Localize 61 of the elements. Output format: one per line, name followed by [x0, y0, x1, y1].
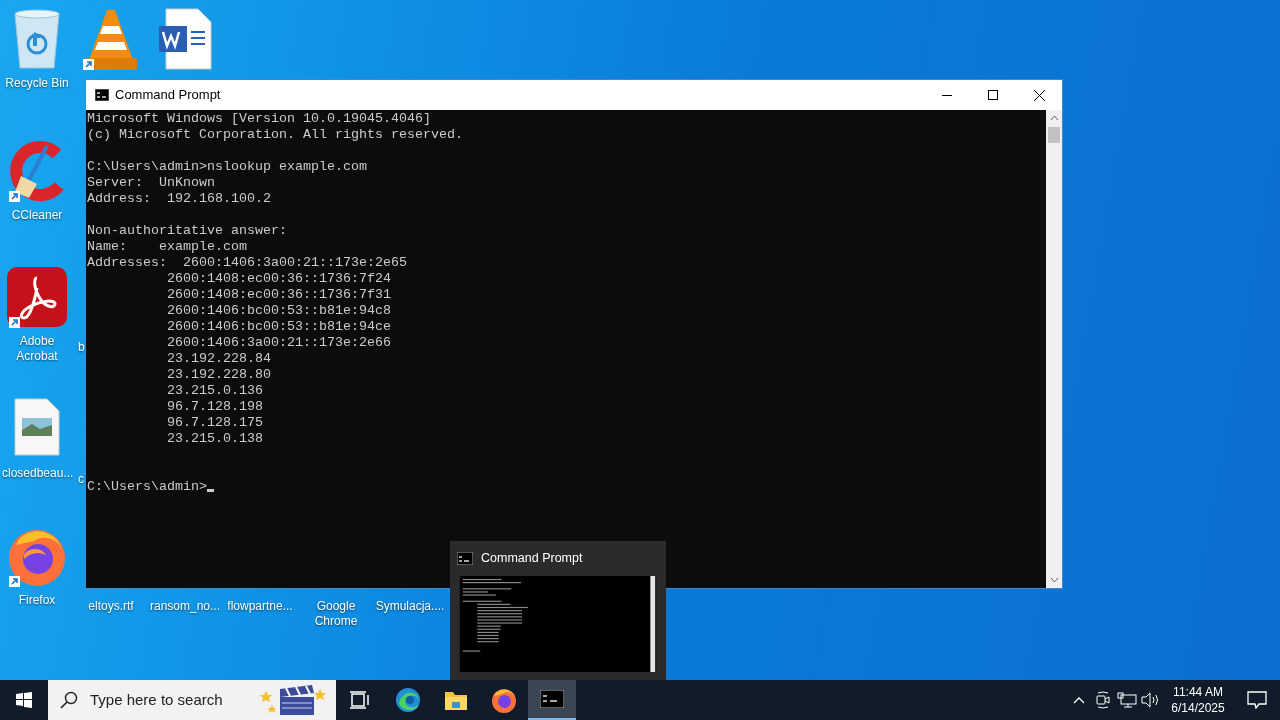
- windows-logo-icon: [16, 692, 32, 708]
- console-line: 23.192.228.80: [165, 367, 272, 383]
- close-icon: [1033, 89, 1045, 101]
- terminal-icon: [540, 690, 564, 708]
- browser-icon: [491, 687, 517, 713]
- console-line: 2600:1406:bc00:53::b81e:94ce: [165, 319, 392, 335]
- console-line: 23.215.0.136: [165, 383, 264, 399]
- icon-label[interactable]: closedbeau...: [2, 466, 72, 481]
- console-line: Non-authoritative answer:: [87, 223, 288, 239]
- icon-label[interactable]: Symulacja....: [375, 599, 445, 614]
- console-line: 2600:1406:bc00:53::b81e:94c8: [165, 303, 392, 319]
- browser-icon: [395, 687, 421, 713]
- console-line: 23.215.0.138: [165, 431, 264, 447]
- network-icon: [1117, 692, 1137, 708]
- pdf-icon[interactable]: [6, 266, 68, 328]
- icon-label[interactable]: Adobe Acrobat: [2, 334, 72, 364]
- image-file-icon[interactable]: [14, 398, 60, 456]
- search-icon: [60, 691, 78, 709]
- chevron-up-icon: [1073, 696, 1085, 704]
- icon-label[interactable]: b: [78, 340, 85, 355]
- icon-label[interactable]: CCleaner: [11, 208, 63, 223]
- icon-label[interactable]: c: [78, 472, 84, 487]
- command-prompt: C:\Users\admin>: [87, 479, 207, 494]
- icon-label[interactable]: Recycle Bin: [2, 76, 72, 91]
- folder-icon: [444, 689, 468, 711]
- icon-label[interactable]: flowpartne...: [225, 599, 295, 614]
- icon-label[interactable]: ransom_no...: [149, 599, 220, 614]
- clock[interactable]: 11:44 AM 6/14/2025: [1163, 680, 1233, 720]
- console-line: Name: example.com: [87, 239, 248, 255]
- command-prompt-button[interactable]: [528, 680, 576, 720]
- terminal-icon: [95, 89, 109, 101]
- console-line: 96.7.128.198: [165, 399, 264, 415]
- trash-bin-icon[interactable]: [11, 8, 63, 70]
- console-line: Server: UnKnown: [87, 175, 216, 191]
- console-line: 96.7.128.175: [165, 415, 264, 431]
- camera-icon: [1095, 691, 1111, 709]
- icon-label[interactable]: Firefox: [18, 593, 56, 608]
- icon-label[interactable]: eltoys.rtf: [88, 599, 134, 614]
- document-icon[interactable]: [158, 8, 212, 70]
- icon-label[interactable]: Google Chrome: [301, 599, 371, 629]
- volume-icon: [1141, 692, 1161, 708]
- scrollbar[interactable]: [1046, 110, 1062, 588]
- console-line: 2600:1406:3a00:21::173e:2e66: [165, 335, 392, 351]
- console-line: 2600:1408:ec00:36::1736:7f31: [165, 287, 392, 303]
- console-line: 23.192.228.84: [165, 351, 272, 367]
- taskbar-preview[interactable]: Command Prompt: [450, 541, 666, 680]
- console-line: 2600:1408:ec00:36::1736:7f24: [165, 271, 392, 287]
- terminal-icon: [457, 551, 473, 565]
- console-line: (c) Microsoft Corporation. All rights reserved.: [87, 127, 464, 143]
- text-cursor: [207, 489, 214, 492]
- search-field[interactable]: Type here to search: [48, 680, 336, 720]
- console-line: Addresses: 2600:1406:3a00:21::173e:2e65: [87, 255, 408, 271]
- console-line: C:\Users\admin>nslookup example.com: [87, 159, 368, 175]
- speech-bubble-icon: [1246, 691, 1267, 709]
- maximize-icon: [988, 90, 998, 100]
- console-line: Microsoft Windows [Version 10.0.19045.4046]: [87, 111, 432, 127]
- scrollbar-thumb[interactable]: [1048, 127, 1060, 143]
- window-title: Command Prompt: [115, 86, 221, 105]
- task-view-icon: [350, 691, 370, 709]
- preview-title: Command Prompt: [481, 550, 583, 567]
- console-line: Address: 192.168.100.2: [87, 191, 272, 207]
